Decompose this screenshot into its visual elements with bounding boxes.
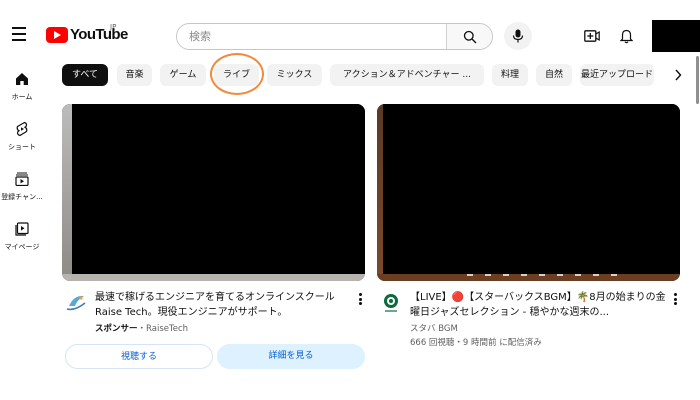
voice-search-button[interactable] (504, 22, 532, 50)
chip-games[interactable]: ゲーム (160, 64, 206, 86)
sidebar-item-library[interactable]: マイページ (0, 220, 44, 252)
channel-name[interactable]: RaiseTech (146, 324, 188, 334)
learn-more-button[interactable]: 詳細を見る (217, 344, 365, 369)
video-card-ad: 最速で稼げるエンジニアを育てるオンラインスクールRaise Tech。現役エンジ… (62, 104, 367, 374)
search-input[interactable] (177, 24, 446, 49)
chip-nature[interactable]: 自然 (536, 64, 572, 86)
channel-name[interactable]: スタバ BGM (410, 322, 458, 334)
chevron-right-icon (675, 69, 682, 81)
sidebar-item-home[interactable]: ホーム (0, 70, 44, 102)
chip-recently-uploaded[interactable]: 最近アップロード (580, 64, 654, 86)
channel-avatar[interactable] (380, 292, 402, 314)
create-button[interactable] (582, 26, 602, 46)
video-thumbnail[interactable] (62, 104, 365, 281)
chip-action-adventure[interactable]: アクション＆アドベンチャー ... (330, 64, 484, 86)
shorts-icon (16, 121, 28, 137)
sidebar-item-label: 登録チャン... (1, 193, 43, 201)
search-icon (463, 30, 476, 43)
sidebar-item-label: マイページ (4, 243, 40, 251)
chip-all[interactable]: すべて (62, 64, 108, 86)
video-card-live: 【LIVE】🔴【スターバックスBGM】🌴8月の始まりの金曜日ジャズセレクション … (377, 104, 682, 364)
logo-text: YouTube (70, 26, 128, 43)
menu-icon[interactable] (12, 27, 30, 41)
create-icon (584, 30, 600, 42)
chip-live[interactable]: ライブ (214, 64, 259, 86)
search-button[interactable] (446, 24, 492, 49)
sponsor-label: スポンサー (95, 324, 138, 334)
search-box (176, 23, 493, 50)
chips-next-button[interactable] (670, 66, 686, 84)
video-thumbnail[interactable] (377, 104, 680, 281)
video-stats: 666 回視聴・9 時間前 に配信済み (410, 338, 542, 348)
meta-separator: ・ (137, 324, 147, 334)
sidebar-item-label: ショート (8, 143, 36, 151)
chip-music[interactable]: 音楽 (117, 64, 152, 86)
chip-mix[interactable]: ミックス (267, 64, 322, 86)
notifications-button[interactable] (616, 26, 636, 46)
sidebar-item-subscriptions[interactable]: 登録チャン... (0, 170, 44, 202)
more-actions-icon[interactable] (356, 292, 364, 306)
account-avatar[interactable] (652, 20, 700, 52)
mic-icon (512, 29, 524, 43)
region-code: JP (110, 23, 117, 31)
channel-avatar[interactable] (65, 292, 87, 314)
sidebar-item-label: ホーム (11, 93, 33, 101)
chip-cooking[interactable]: 料理 (492, 64, 528, 86)
sidebar-item-shorts[interactable]: ショート (0, 120, 44, 152)
watch-button[interactable]: 視聴する (65, 344, 213, 369)
bell-icon (619, 29, 633, 43)
youtube-play-icon (46, 26, 68, 43)
more-actions-icon[interactable] (671, 292, 679, 306)
masthead: YouTube JP (0, 0, 700, 56)
library-icon (15, 222, 29, 236)
home-icon (16, 73, 28, 85)
subscriptions-icon (15, 172, 29, 186)
starbucks-logo-icon (384, 294, 398, 312)
video-title[interactable]: 【LIVE】🔴【スターバックスBGM】🌴8月の始まりの金曜日ジャズセレクション … (410, 290, 668, 320)
raisetech-logo-icon (66, 295, 86, 311)
video-title[interactable]: 最速で稼げるエンジニアを育てるオンラインスクールRaise Tech。現役エンジ… (95, 290, 353, 320)
page-scrollbar[interactable] (696, 56, 699, 104)
ad-meta: スポンサー・RaiseTech (95, 322, 188, 334)
